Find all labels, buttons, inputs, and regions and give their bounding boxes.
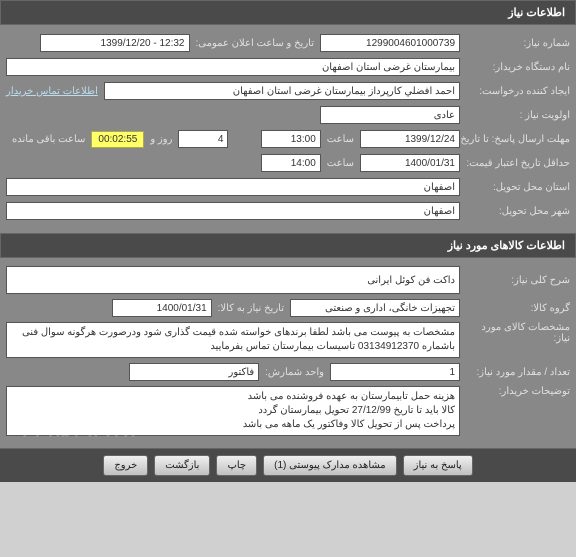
spec-label: مشخصات کالای مورد نیاز: <box>460 322 570 344</box>
goods-info-header: اطلاعات کالاهای مورد نیاز <box>0 233 576 258</box>
validity-date-field: 1400/01/31 <box>360 154 460 172</box>
unit-label: واحد شمارش: <box>259 367 330 378</box>
delivery-province-field: اصفهان <box>6 178 460 196</box>
days-remaining-label: روز و <box>144 134 178 145</box>
creator-field: احمد افضلي کارپرداز بیمارستان غرضی استان… <box>104 82 460 100</box>
qty-field: 1 <box>330 363 460 381</box>
footer-toolbar: پاسخ به نیاز مشاهده مدارک پیوستی (1) چاپ… <box>0 448 576 482</box>
desc-field: داکت فن کوئل ایرانی <box>6 266 460 294</box>
need-number-field: 1299004601000739 <box>320 34 460 52</box>
remaining-label: ساعت باقی مانده <box>6 134 91 145</box>
group-field: تجهیزات خانگی، اداری و صنعتی <box>290 299 460 317</box>
public-announce-label: تاریخ و ساعت اعلان عمومی: <box>190 38 321 49</box>
deadline-time-label: ساعت <box>321 134 360 145</box>
desc-label: شرح کلی نیاز: <box>460 275 570 286</box>
respond-button[interactable]: پاسخ به نیاز <box>403 455 473 476</box>
qty-label: تعداد / مقدار مورد نیاز: <box>460 367 570 378</box>
delivery-city-field: اصفهان <box>6 202 460 220</box>
deadline-time-field: 13:00 <box>261 130 321 148</box>
countdown-field: 00:02:55 <box>91 131 144 148</box>
days-remaining-field: 4 <box>178 130 228 148</box>
exit-button[interactable]: خروج <box>103 455 148 476</box>
attachments-button[interactable]: مشاهده مدارک پیوستی (1) <box>263 455 397 476</box>
buyer-notes-field: هزینه حمل تابیمارستان به عهده فروشنده می… <box>6 386 460 436</box>
validity-label: حداقل تاریخ اعتبار قیمت: <box>460 158 570 169</box>
need-date-field: 1400/01/31 <box>112 299 212 317</box>
need-info-header: اطلاعات نیاز <box>0 0 576 25</box>
delivery-province-label: استان محل تحویل: <box>460 182 570 193</box>
need-info-title: اطلاعات نیاز <box>508 7 565 19</box>
goods-info-content: شرح کلی نیاز: داکت فن کوئل ایرانی گروه ک… <box>0 258 576 448</box>
need-number-label: شماره نیاز: <box>460 38 570 49</box>
priority-label: اولویت نیاز : <box>460 110 570 121</box>
back-button[interactable]: بازگشت <box>154 455 210 476</box>
creator-label: ایجاد کننده درخواست: <box>460 86 570 97</box>
validity-time-label: ساعت <box>321 158 360 169</box>
public-announce-field: 12:32 - 1399/12/20 <box>40 34 190 52</box>
contact-link[interactable]: اطلاعات تماس خریدار <box>6 86 98 97</box>
priority-field: عادی <box>320 106 460 124</box>
buyer-org-label: نام دستگاه خریدار: <box>460 62 570 73</box>
validity-time-field: 14:00 <box>261 154 321 172</box>
print-button[interactable]: چاپ <box>216 455 257 476</box>
deadline-date-field: 1399/12/24 <box>360 130 460 148</box>
deadline-label: مهلت ارسال پاسخ: تا تاریخ : <box>460 134 570 145</box>
unit-field: فاکتور <box>129 363 259 381</box>
need-date-label: تاریخ نیاز به کالا: <box>212 303 290 314</box>
goods-info-title: اطلاعات کالاهای مورد نیاز <box>448 240 565 252</box>
buyer-notes-label: توضیحات خریدار: <box>460 386 570 397</box>
spec-field: مشخصات به پیوست می باشد لطفا برندهای خوا… <box>6 322 460 358</box>
buyer-org-field: بیمارستان غرضی استان اصفهان <box>6 58 460 76</box>
group-label: گروه کالا: <box>460 303 570 314</box>
need-info-content: شماره نیاز: 1299004601000739 تاریخ و ساع… <box>0 25 576 233</box>
delivery-city-label: شهر محل تحویل: <box>460 206 570 217</box>
